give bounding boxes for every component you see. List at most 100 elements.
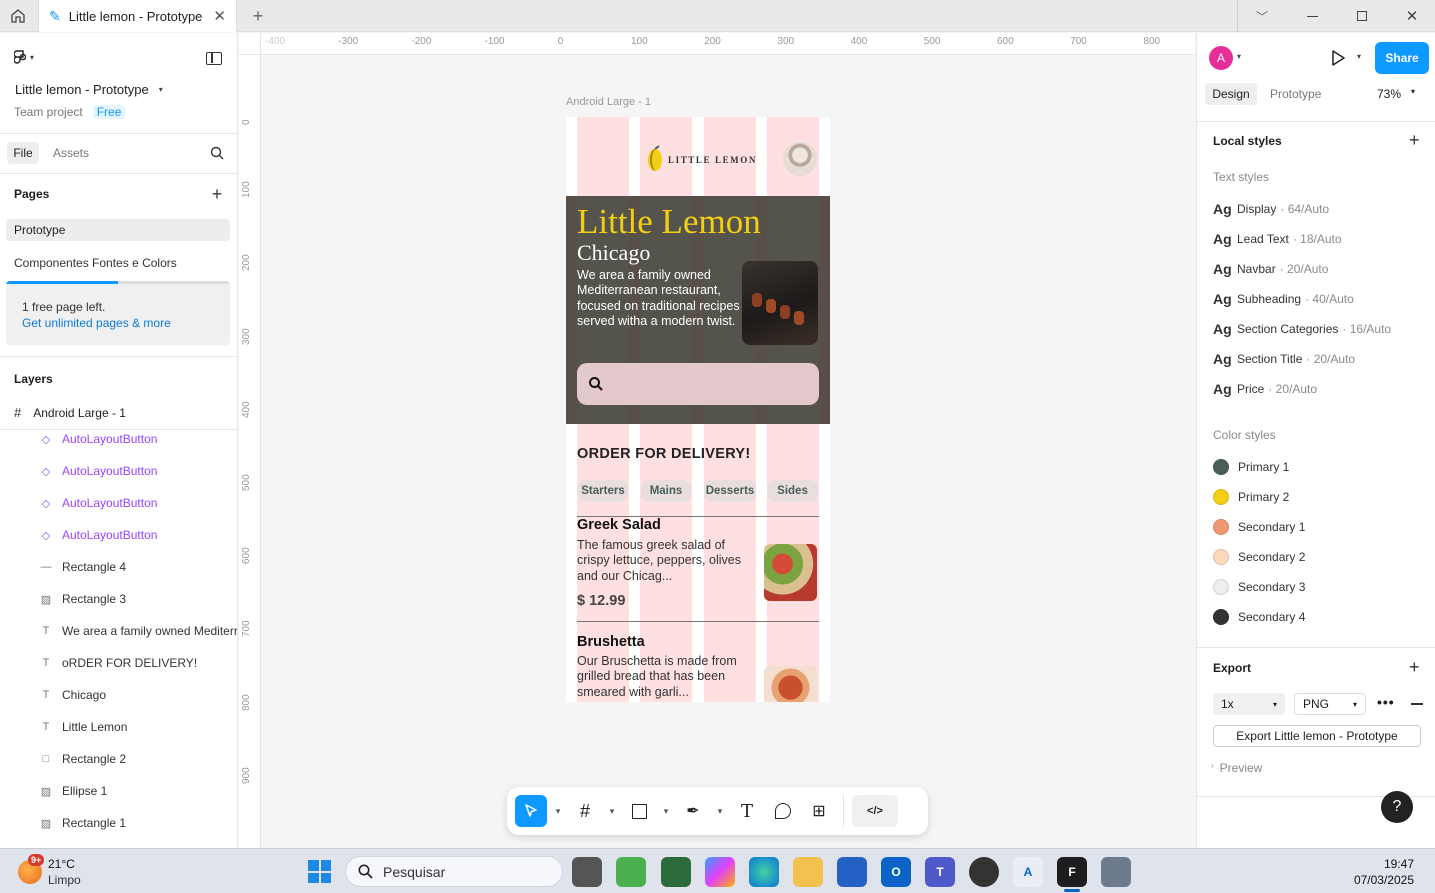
clock-time[interactable]: 19:47 bbox=[1380, 857, 1414, 871]
file-explorer-icon[interactable] bbox=[793, 857, 823, 887]
color-style-item[interactable]: Primary 1 bbox=[1213, 459, 1289, 475]
text-style-item[interactable]: Ag Display · 64/Auto bbox=[1213, 201, 1329, 217]
upgrade-link[interactable]: Get unlimited pages & more bbox=[22, 316, 171, 330]
remove-export-icon[interactable] bbox=[1411, 703, 1423, 705]
export-format-select[interactable]: PNG ▾ bbox=[1294, 693, 1366, 715]
chevron-down-icon[interactable]: ▾ bbox=[659, 806, 673, 817]
category-starters-button[interactable]: Starters bbox=[578, 480, 628, 502]
preview-toggle[interactable]: › Preview bbox=[1211, 761, 1262, 775]
category-mains-button[interactable]: Mains bbox=[641, 480, 691, 502]
layer-item[interactable]: ◇ AutoLayoutButton bbox=[0, 423, 237, 455]
chevron-down-icon[interactable]: ▾ bbox=[1237, 52, 1241, 61]
text-style-item[interactable]: Ag Section Title · 20/Auto bbox=[1213, 351, 1355, 367]
move-tool-button[interactable] bbox=[515, 795, 547, 827]
app-icon[interactable] bbox=[661, 857, 691, 887]
chevron-down-icon[interactable]: ﹀ bbox=[1252, 6, 1272, 26]
layer-item[interactable]: T Little Lemon bbox=[0, 711, 237, 743]
layer-item[interactable]: ◇ AutoLayoutButton bbox=[0, 487, 237, 519]
windows-start-icon[interactable] bbox=[308, 860, 331, 883]
layer-item[interactable]: ◇ AutoLayoutButton bbox=[0, 519, 237, 551]
frame-tool-button[interactable]: # bbox=[569, 795, 601, 827]
share-button[interactable]: Share bbox=[1375, 42, 1429, 74]
home-icon[interactable] bbox=[8, 6, 28, 26]
layer-item[interactable]: □ Rectangle 2 bbox=[0, 743, 237, 775]
color-style-item[interactable]: Secondary 2 bbox=[1213, 549, 1305, 565]
task-view-icon[interactable] bbox=[572, 857, 602, 887]
search-icon[interactable] bbox=[208, 144, 226, 162]
comment-tool-button[interactable] bbox=[767, 795, 799, 827]
color-style-item[interactable]: Secondary 1 bbox=[1213, 519, 1305, 535]
layer-item[interactable]: ToRDER FOR DELIVERY! bbox=[0, 647, 237, 679]
pen-tool-button[interactable]: ✒ bbox=[677, 795, 709, 827]
close-window-icon[interactable]: ✕ bbox=[1402, 6, 1422, 26]
new-tab-icon[interactable]: + bbox=[248, 6, 268, 26]
tab-assets[interactable]: Assets bbox=[53, 146, 89, 160]
help-icon[interactable]: ? bbox=[1381, 791, 1413, 823]
layer-item[interactable]: — Rectangle 4 bbox=[0, 551, 237, 583]
category-desserts-button[interactable]: Desserts bbox=[704, 480, 756, 502]
close-tab-icon[interactable]: ✕ bbox=[213, 7, 226, 25]
restore-icon[interactable] bbox=[1352, 6, 1372, 26]
layer-item[interactable]: ▨ Rectangle 3 bbox=[0, 583, 237, 615]
sidebar-toggle-icon[interactable] bbox=[204, 50, 224, 66]
text-style-item[interactable]: Ag Subheading · 40/Auto bbox=[1213, 291, 1354, 307]
app-icon[interactable]: A bbox=[1013, 857, 1043, 887]
tab-design[interactable]: Design bbox=[1205, 83, 1257, 105]
resources-tool-button[interactable]: ⊞ bbox=[803, 795, 835, 827]
page-item-componentes[interactable]: Componentes Fontes e Colors bbox=[14, 256, 177, 270]
frame-label[interactable]: Android Large - 1 bbox=[566, 96, 651, 108]
tab-file[interactable]: File bbox=[7, 142, 39, 164]
android-frame[interactable]: LITTLE LEMON Little Lemon Chicago We are… bbox=[566, 117, 830, 702]
zoom-control[interactable]: 73% ▾ bbox=[1377, 87, 1415, 101]
add-page-icon[interactable]: + bbox=[208, 184, 226, 204]
plan-badge[interactable]: Free bbox=[92, 105, 126, 119]
file-tab[interactable]: ✎ Little lemon - Prototype ✕ bbox=[38, 0, 237, 32]
page-item-prototype[interactable]: Prototype bbox=[6, 219, 230, 241]
layer-item[interactable]: T We area a family owned Mediterra bbox=[0, 615, 237, 647]
team-label[interactable]: Team project bbox=[14, 105, 83, 119]
teams-icon[interactable]: T bbox=[925, 857, 955, 887]
rectangle-tool-button[interactable] bbox=[623, 795, 655, 827]
add-style-icon[interactable]: + bbox=[1409, 130, 1420, 151]
app-icon[interactable] bbox=[1101, 857, 1131, 887]
chevron-down-icon[interactable]: ▾ bbox=[551, 806, 565, 817]
text-style-item[interactable]: Ag Navbar · 20/Auto bbox=[1213, 261, 1328, 277]
export-button[interactable]: Export Little lemon - Prototype bbox=[1213, 725, 1421, 747]
canvas[interactable]: Android Large - 1 LITTLE LEMON Little Le… bbox=[261, 55, 1195, 848]
search-bar[interactable] bbox=[577, 363, 819, 405]
taskbar-search[interactable]: Pesquisar bbox=[345, 856, 563, 887]
edge-icon[interactable] bbox=[749, 857, 779, 887]
app-icon[interactable] bbox=[616, 857, 646, 887]
tab-prototype[interactable]: Prototype bbox=[1270, 87, 1321, 101]
avatar[interactable]: A bbox=[1209, 46, 1233, 70]
chevron-down-icon[interactable]: ▾ bbox=[713, 806, 727, 817]
export-scale-select[interactable]: 1x ▾ bbox=[1213, 693, 1285, 715]
avatar-image[interactable] bbox=[783, 142, 817, 176]
add-export-icon[interactable]: + bbox=[1409, 657, 1420, 678]
chevron-down-icon[interactable]: ▾ bbox=[605, 806, 619, 817]
color-style-item[interactable]: Secondary 3 bbox=[1213, 579, 1305, 595]
layer-item[interactable]: T Chicago bbox=[0, 679, 237, 711]
file-name-menu[interactable]: Little lemon - Prototype ▾ bbox=[15, 82, 163, 97]
dev-mode-toggle[interactable]: </> bbox=[852, 795, 898, 827]
layer-item[interactable]: ▨ Rectangle 1 bbox=[0, 807, 237, 839]
weather-temp[interactable]: 21°C bbox=[48, 857, 75, 871]
text-style-item[interactable]: Ag Section Categories · 16/Auto bbox=[1213, 321, 1391, 337]
outlook-icon[interactable]: O bbox=[881, 857, 911, 887]
text-style-item[interactable]: Ag Lead Text · 18/Auto bbox=[1213, 231, 1342, 247]
store-icon[interactable] bbox=[837, 857, 867, 887]
figma-app-icon[interactable]: F bbox=[1057, 857, 1087, 887]
layer-item[interactable]: ▨ Ellipse 1 bbox=[0, 775, 237, 807]
layer-root-frame[interactable]: # Android Large - 1 bbox=[14, 405, 126, 420]
layer-item[interactable]: ◇ AutoLayoutButton bbox=[0, 455, 237, 487]
text-tool-button[interactable]: T bbox=[731, 795, 763, 827]
present-play-icon[interactable] bbox=[1329, 49, 1347, 67]
minimize-icon[interactable] bbox=[1302, 6, 1322, 26]
category-sides-button[interactable]: Sides bbox=[767, 480, 818, 502]
color-style-item[interactable]: Secondary 4 bbox=[1213, 609, 1305, 625]
text-style-item[interactable]: Ag Price · 20/Auto bbox=[1213, 381, 1317, 397]
more-options-icon[interactable]: ••• bbox=[1377, 694, 1395, 710]
main-menu-button[interactable]: ▾ bbox=[14, 49, 34, 65]
chevron-down-icon[interactable]: ▾ bbox=[1357, 52, 1361, 61]
color-style-item[interactable]: Primary 2 bbox=[1213, 489, 1289, 505]
